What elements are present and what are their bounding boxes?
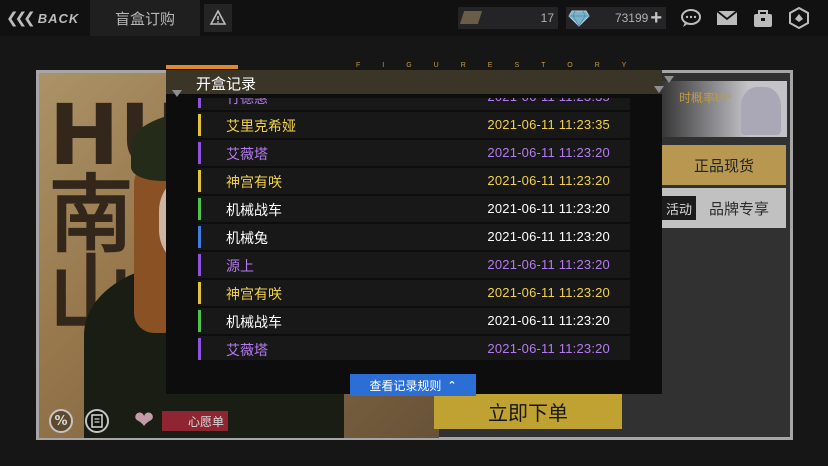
record-timestamp: 2021-06-11 11:23:20 xyxy=(487,341,610,356)
record-row: 机械战车 2021-06-11 11:23:20 xyxy=(198,308,630,334)
record-item-name: 艾薇塔 xyxy=(226,147,268,163)
rarity-bar xyxy=(198,254,201,276)
record-item-name: 机械兔 xyxy=(226,231,268,247)
record-row: 艾薇塔 2021-06-11 11:23:20 xyxy=(198,140,630,166)
title-accent-bar xyxy=(166,65,238,69)
record-row: 艾薇塔 2021-06-11 11:23:20 xyxy=(198,336,630,360)
corner-triangle-icon xyxy=(654,86,664,93)
view-record-rules-button[interactable]: 查看记录规则 ⌃ xyxy=(350,374,476,396)
corner-triangle-icon xyxy=(664,76,674,83)
rarity-bar xyxy=(198,198,201,220)
record-item-name: 艾里克希娅 xyxy=(226,119,296,135)
record-row: 艾里克希娅 2021-06-11 11:23:35 xyxy=(198,112,630,138)
rarity-bar xyxy=(198,310,201,332)
record-item-name: 神宫有咲 xyxy=(226,287,282,303)
record-timestamp: 2021-06-11 11:23:35 xyxy=(487,117,610,132)
record-row: 竹德惠 2021-06-11 11:23:35 xyxy=(198,98,630,110)
rarity-bar xyxy=(198,114,201,136)
corner-triangle-icon xyxy=(172,90,182,97)
rarity-bar xyxy=(198,338,201,360)
brand-strip-text: FIGURESTORY xyxy=(356,62,649,69)
record-row: 神宫有咲 2021-06-11 11:23:20 xyxy=(198,168,630,194)
record-list[interactable]: 竹德惠 2021-06-11 11:23:35 艾里克希娅 2021-06-11 11… xyxy=(198,98,630,360)
record-timestamp: 2021-06-11 11:23:20 xyxy=(487,313,610,328)
open-box-record-dialog: FIGURESTORY 开盒记录 竹德惠2021-06-11 11:23:35艾… xyxy=(166,62,674,396)
record-timestamp: 2021-06-11 11:23:20 xyxy=(487,285,610,300)
record-item-name: 艾薇塔 xyxy=(226,343,268,359)
record-timestamp: 2021-06-11 11:23:20 xyxy=(487,229,610,244)
dialog-title-band: 开盒记录 xyxy=(166,70,662,94)
record-row: 源上 2021-06-11 11:23:20 xyxy=(198,252,630,278)
rarity-bar xyxy=(198,282,201,304)
record-item-name: 源上 xyxy=(226,259,254,275)
record-timestamp: 2021-06-11 11:23:20 xyxy=(487,173,610,188)
record-row: 机械兔 2021-06-11 11:23:20 xyxy=(198,224,630,250)
record-item-name: 神宫有咲 xyxy=(226,175,282,191)
record-timestamp: 2021-06-11 11:23:35 xyxy=(487,98,610,104)
rarity-bar xyxy=(198,98,201,108)
rarity-bar xyxy=(198,142,201,164)
dialog-title: 开盒记录 xyxy=(196,75,257,93)
record-item-name: 机械战车 xyxy=(226,203,282,219)
record-timestamp: 2021-06-11 11:23:20 xyxy=(487,257,610,272)
record-item-name: 竹德惠 xyxy=(226,98,268,107)
record-timestamp: 2021-06-11 11:23:20 xyxy=(487,201,610,216)
double-chevron-up-icon: ⌃ xyxy=(447,378,457,392)
rarity-bar xyxy=(198,170,201,192)
record-item-name: 机械战车 xyxy=(226,315,282,331)
record-row: 神宫有咲 2021-06-11 11:23:20 xyxy=(198,280,630,306)
record-row: 机械战车 2021-06-11 11:23:20 xyxy=(198,196,630,222)
rarity-bar xyxy=(198,226,201,248)
view-record-rules-label: 查看记录规则 xyxy=(369,378,442,393)
record-timestamp: 2021-06-11 11:23:20 xyxy=(487,145,610,160)
